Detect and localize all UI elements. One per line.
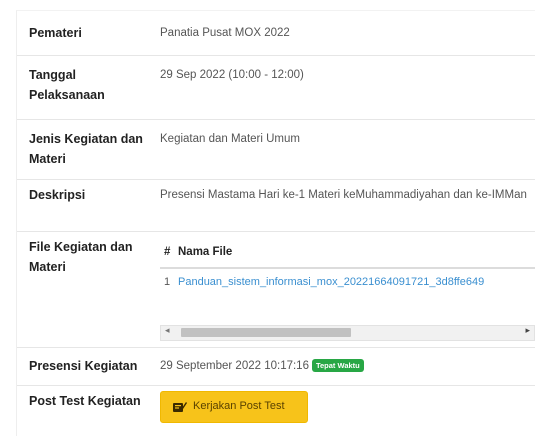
scroll-left-arrow-icon[interactable]: ◂	[165, 325, 170, 336]
tanggal-value: 29 Sep 2022 (10:00 - 12:00)	[160, 69, 304, 81]
row-post-test: Post Test Kegiatan Kerjakan Post Test	[17, 385, 535, 436]
edit-icon	[173, 402, 187, 412]
file-table-header: # Nama File	[160, 241, 535, 269]
row-tanggal: Tanggal Pelaksanaan 29 Sep 2022 (10:00 -…	[17, 55, 535, 120]
scroll-right-arrow-icon[interactable]: ▸	[525, 325, 530, 336]
row-file: File Kegiatan dan Materi # Nama File 1 P…	[17, 231, 535, 348]
row-number: 1	[164, 276, 171, 288]
deskripsi-label: Deskripsi	[29, 188, 86, 202]
status-badge: Tepat Waktu	[311, 359, 364, 372]
presensi-label: Presensi Kegiatan	[29, 359, 138, 373]
activity-detail-card: Pemateri Panatia Pusat MOX 2022 Tanggal …	[16, 10, 535, 436]
col-name-header: Nama File	[178, 246, 233, 258]
file-label: File Kegiatan dan Materi	[29, 240, 133, 274]
table-row: 1 Panduan_sistem_informasi_mox_202216640…	[160, 269, 535, 299]
row-jenis: Jenis Kegiatan dan Materi Kegiatan dan M…	[17, 119, 535, 180]
post-test-button-label: Kerjakan Post Test	[193, 400, 285, 412]
deskripsi-value: Presensi Mastama Hari ke-1 Materi keMuha…	[160, 189, 527, 201]
presensi-value-wrap: 29 September 2022 10:17:16 Tepat Waktu	[160, 356, 527, 376]
row-presensi: Presensi Kegiatan 29 September 2022 10:1…	[17, 347, 535, 386]
scrollbar-thumb[interactable]	[181, 328, 351, 337]
presensi-time: 29 September 2022 10:17:16	[160, 360, 309, 372]
tanggal-label: Tanggal Pelaksanaan	[29, 68, 105, 102]
post-test-label: Post Test Kegiatan	[29, 394, 141, 408]
col-number-header: #	[164, 246, 171, 258]
jenis-label: Jenis Kegiatan dan Materi	[29, 132, 143, 166]
pemateri-label: Pemateri	[29, 26, 82, 40]
row-pemateri: Pemateri Panatia Pusat MOX 2022	[17, 11, 535, 56]
horizontal-scrollbar[interactable]: ◂ ▸	[160, 325, 535, 341]
post-test-button[interactable]: Kerjakan Post Test	[160, 391, 308, 423]
file-link[interactable]: Panduan_sistem_informasi_mox_20221664091…	[178, 276, 484, 288]
pemateri-value: Panatia Pusat MOX 2022	[160, 27, 290, 39]
row-deskripsi: Deskripsi Presensi Mastama Hari ke-1 Mat…	[17, 179, 535, 232]
jenis-value: Kegiatan dan Materi Umum	[160, 133, 300, 145]
